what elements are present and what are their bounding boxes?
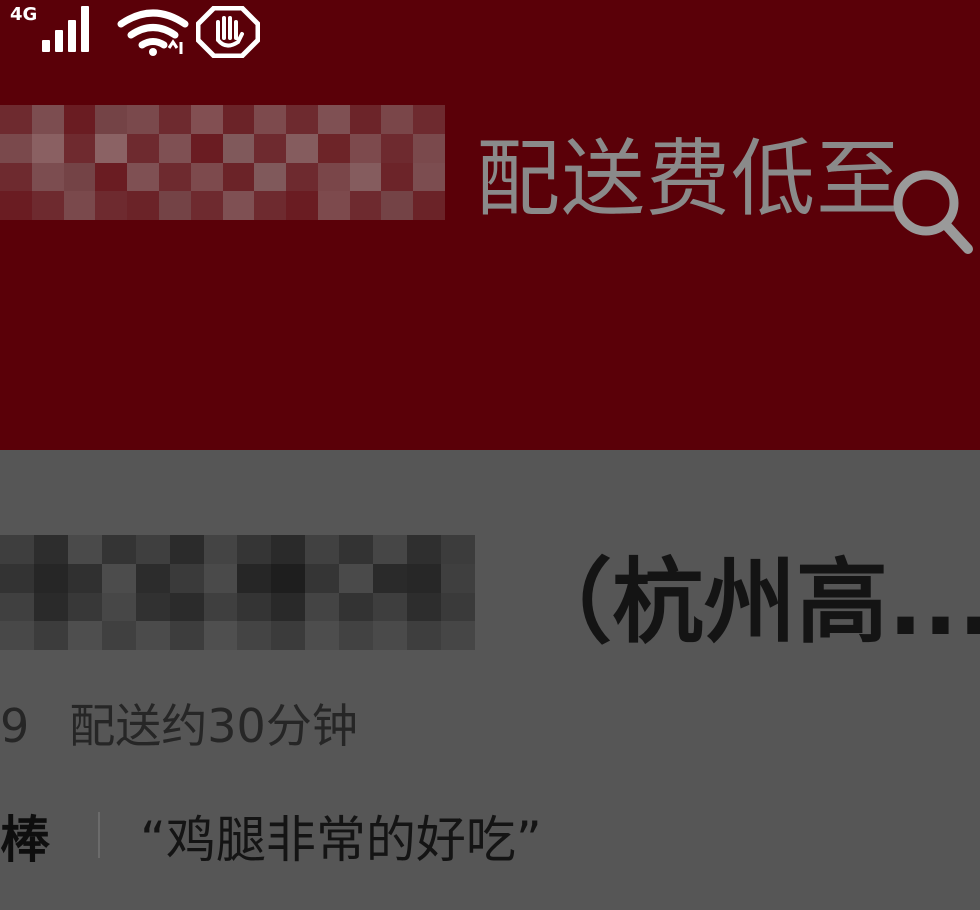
hand-stop-icon <box>196 6 260 58</box>
divider <box>98 812 100 858</box>
header-promo-text: 配送费低至 <box>476 130 902 228</box>
pixelated-shop-name <box>0 535 475 650</box>
wifi-icon <box>117 9 189 56</box>
pixelated-shop-banner <box>0 105 445 220</box>
delivery-time: 配送约30分钟 <box>69 699 358 753</box>
network-type-label: 4G <box>10 4 38 25</box>
cellular-signal-icon <box>42 6 102 52</box>
review-quote[interactable]: “鸡腿非常的好吃” <box>140 800 542 872</box>
search-icon[interactable] <box>888 165 974 255</box>
review-tag: 棒 <box>0 811 50 869</box>
top-header: 4G 配送费低至 <box>0 0 980 450</box>
shop-meta-line: 9 配送约30分钟 <box>0 690 358 756</box>
status-bar: 4G <box>0 0 980 70</box>
shop-name-suffix[interactable]: （杭州高... <box>520 528 980 661</box>
rating-fragment: 9 <box>0 699 30 753</box>
